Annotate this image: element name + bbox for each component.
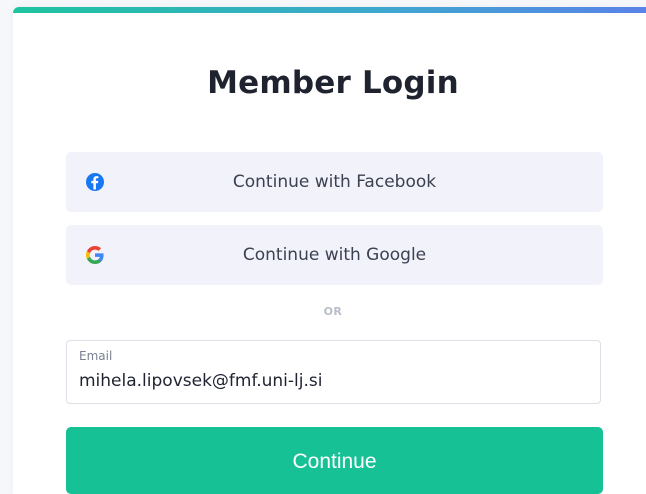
continue-button-label: Continue (292, 450, 377, 473)
google-login-label: Continue with Google (242, 245, 427, 265)
or-divider: OR (323, 305, 343, 318)
facebook-login-button[interactable]: Continue with Facebook (66, 152, 603, 212)
facebook-login-label: Continue with Facebook (232, 172, 437, 192)
email-field[interactable]: Email (66, 340, 601, 404)
email-input[interactable] (79, 368, 579, 394)
login-card: Member Login Continue with Facebook Cont… (13, 7, 646, 494)
google-login-button[interactable]: Continue with Google (66, 225, 603, 285)
accent-bar (13, 7, 646, 13)
page-title: Member Login (207, 65, 459, 101)
continue-button[interactable]: Continue (66, 427, 603, 494)
email-field-label: Email (79, 349, 113, 363)
